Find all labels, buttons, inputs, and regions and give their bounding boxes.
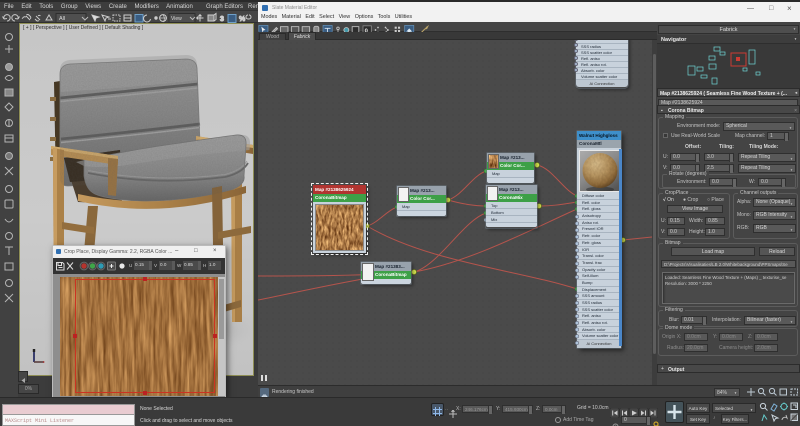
svg-text:%: % (239, 16, 245, 23)
svg-text:3: 3 (220, 16, 224, 23)
svg-text:View: View (171, 16, 182, 22)
svg-text:All: All (59, 16, 65, 22)
